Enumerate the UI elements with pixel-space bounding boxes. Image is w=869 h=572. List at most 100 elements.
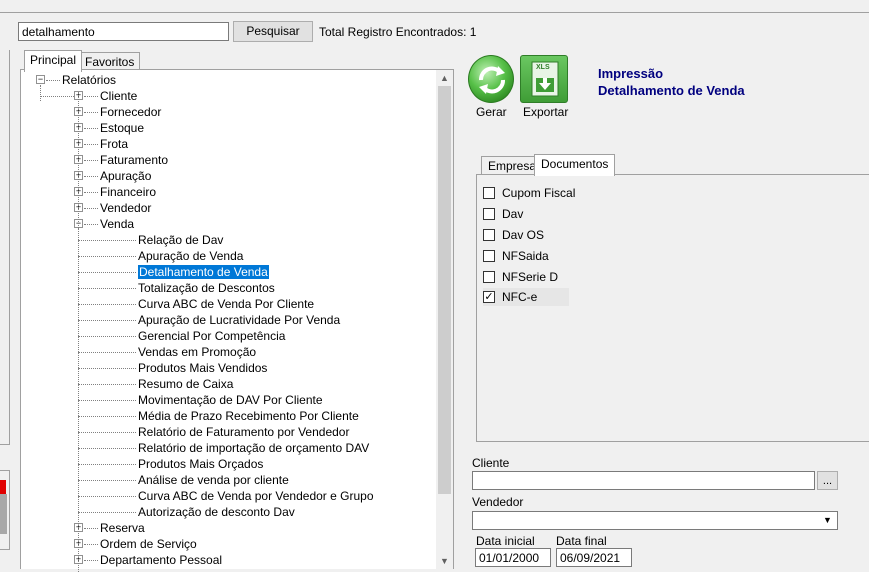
tree-root-relatorios[interactable]: Relatórios — [62, 72, 116, 88]
cliente-lookup-button[interactable]: ... — [817, 471, 838, 490]
tree-item-label: Relação de Dav — [138, 233, 224, 247]
tree-category[interactable]: Reserva — [100, 520, 145, 536]
tree-item-label: Relatório de Faturamento por Vendedor — [138, 425, 350, 439]
tree-connector — [78, 464, 136, 465]
tree-connector — [84, 560, 98, 561]
tree-connector — [78, 416, 136, 417]
tab-documentos[interactable]: Documentos — [534, 154, 616, 176]
tree-item[interactable]: Totalização de Descontos — [138, 280, 275, 296]
tree-item-label: Detalhamento de Venda — [138, 265, 269, 279]
tree-connector — [84, 160, 98, 161]
tree-item-label: Apuração de Venda — [138, 249, 244, 263]
document-checkbox-row[interactable]: Dav OS — [483, 226, 583, 244]
tree-item[interactable]: Autorização de desconto Dav — [138, 504, 295, 520]
tree-connector — [78, 320, 136, 321]
tree-item[interactable]: Resumo de Caixa — [138, 376, 233, 392]
tree-item[interactable]: Apuração de Venda — [138, 248, 243, 264]
tree-item[interactable]: Curva ABC de Venda Por Cliente — [138, 296, 314, 312]
tree-category[interactable]: Financeiro — [100, 184, 156, 200]
tree-item-label: Produtos Mais Vendidos — [138, 361, 268, 375]
tree-connector — [78, 92, 79, 572]
tree-item-label: Curva ABC de Venda Por Cliente — [138, 297, 315, 311]
tree-item[interactable]: Produtos Mais Vendidos — [138, 360, 267, 376]
checkbox-checked-icon[interactable]: ✓ — [483, 291, 495, 303]
tree-item-label: Totalização de Descontos — [138, 281, 275, 295]
tree-connector — [78, 352, 136, 353]
document-checkbox-label: Dav OS — [502, 228, 545, 242]
tree-item[interactable]: Análise de venda por cliente — [138, 472, 289, 488]
document-checkbox-row[interactable]: NFSaida — [483, 247, 583, 265]
tree-item-label: Vendas em Promoção — [138, 345, 257, 359]
tree-item[interactable]: Relatório de Faturamento por Vendedor — [138, 424, 349, 440]
tree-connector — [84, 192, 98, 193]
tree-item-label: Autorização de desconto Dav — [138, 505, 295, 519]
tree-category[interactable]: Fornecedor — [100, 104, 161, 120]
tree-category[interactable]: Faturamento — [100, 152, 168, 168]
scroll-up-icon[interactable]: ▲ — [436, 70, 453, 86]
data-final-input[interactable] — [556, 548, 632, 567]
exportar-label[interactable]: Exportar — [523, 105, 568, 119]
checkbox-icon[interactable] — [483, 250, 495, 262]
tree-category[interactable]: Departamento Pessoal — [100, 552, 222, 568]
tab-label: Empresa — [488, 159, 537, 173]
tab-label: Principal — [30, 53, 77, 67]
vendedor-label: Vendedor — [472, 495, 524, 509]
document-checkbox-row[interactable]: Cupom Fiscal — [483, 184, 583, 202]
tree-category[interactable]: Ordem de Serviço — [100, 536, 197, 552]
scroll-down-icon[interactable]: ▼ — [436, 553, 453, 569]
tree-connector — [78, 272, 136, 273]
tree-connector — [78, 368, 136, 369]
checkbox-icon[interactable] — [483, 229, 495, 241]
tab-principal[interactable]: Principal — [24, 50, 83, 72]
scroll-thumb[interactable] — [438, 86, 451, 494]
document-checkbox-row[interactable]: NFSerie D — [483, 268, 583, 286]
tree-connector — [78, 288, 136, 289]
chevron-down-icon[interactable]: ▼ — [820, 514, 835, 527]
tree-item[interactable]: Produtos Mais Orçados — [138, 456, 263, 472]
tree-item[interactable]: Relação de Dav — [138, 232, 223, 248]
tree-connector — [78, 480, 136, 481]
tree-category[interactable]: Frota — [100, 136, 128, 152]
tree-connector — [40, 96, 74, 97]
document-checkbox-label: Cupom Fiscal — [502, 186, 576, 200]
tree-item-label: Gerencial Por Competência — [138, 329, 286, 343]
checkbox-icon[interactable] — [483, 187, 495, 199]
tree-category[interactable]: Apuração — [100, 168, 151, 184]
tree-item[interactable]: Gerencial Por Competência — [138, 328, 285, 344]
tree-item-selected[interactable]: Detalhamento de Venda — [138, 264, 269, 280]
tab-label: Documentos — [541, 157, 609, 171]
tree-connector — [84, 96, 98, 97]
checkbox-icon[interactable] — [483, 208, 495, 220]
tree-connector — [78, 240, 136, 241]
vendedor-select[interactable]: ▼ — [472, 511, 838, 530]
tree-connector — [78, 496, 136, 497]
tree-category[interactable]: Cliente — [100, 88, 137, 104]
gerar-refresh-icon[interactable] — [468, 55, 514, 103]
tree-connector — [84, 144, 98, 145]
tree-item-label: Apuração de Lucratividade Por Venda — [138, 313, 341, 327]
tree-connector — [78, 384, 136, 385]
tree-item[interactable]: Relatório de importação de orçamento DAV — [138, 440, 369, 456]
tree-item[interactable]: Vendas em Promoção — [138, 344, 256, 360]
tree-connector — [78, 304, 136, 305]
document-checkbox-row[interactable]: Dav — [483, 205, 583, 223]
checkbox-icon[interactable] — [483, 271, 495, 283]
collapse-icon[interactable]: − — [36, 75, 45, 84]
report-title-line2: Detalhamento de Venda — [598, 83, 745, 98]
tree-category[interactable]: Venda — [100, 216, 134, 232]
tree-connector — [78, 512, 136, 513]
tree-item[interactable]: Apuração de Lucratividade Por Venda — [138, 312, 340, 328]
gerar-label[interactable]: Gerar — [476, 105, 507, 119]
tree-connector — [84, 128, 98, 129]
tree-item[interactable]: Média de Prazo Recebimento Por Cliente — [138, 408, 359, 424]
tree-item[interactable]: Movimentação de DAV Por Cliente — [138, 392, 323, 408]
tree-category[interactable]: Estoque — [100, 120, 144, 136]
cliente-input[interactable] — [472, 471, 815, 490]
data-inicial-input[interactable] — [475, 548, 551, 567]
tree-item[interactable]: Curva ABC de Venda por Vendedor e Grupo — [138, 488, 374, 504]
exportar-xls-icon[interactable]: XLS — [520, 55, 568, 103]
document-checkbox-label: NFSerie D — [502, 270, 559, 284]
tree-category[interactable]: Vendedor — [100, 200, 151, 216]
document-checkbox-row[interactable]: ✓ NFC-e — [483, 288, 569, 306]
tree-connector — [84, 112, 98, 113]
